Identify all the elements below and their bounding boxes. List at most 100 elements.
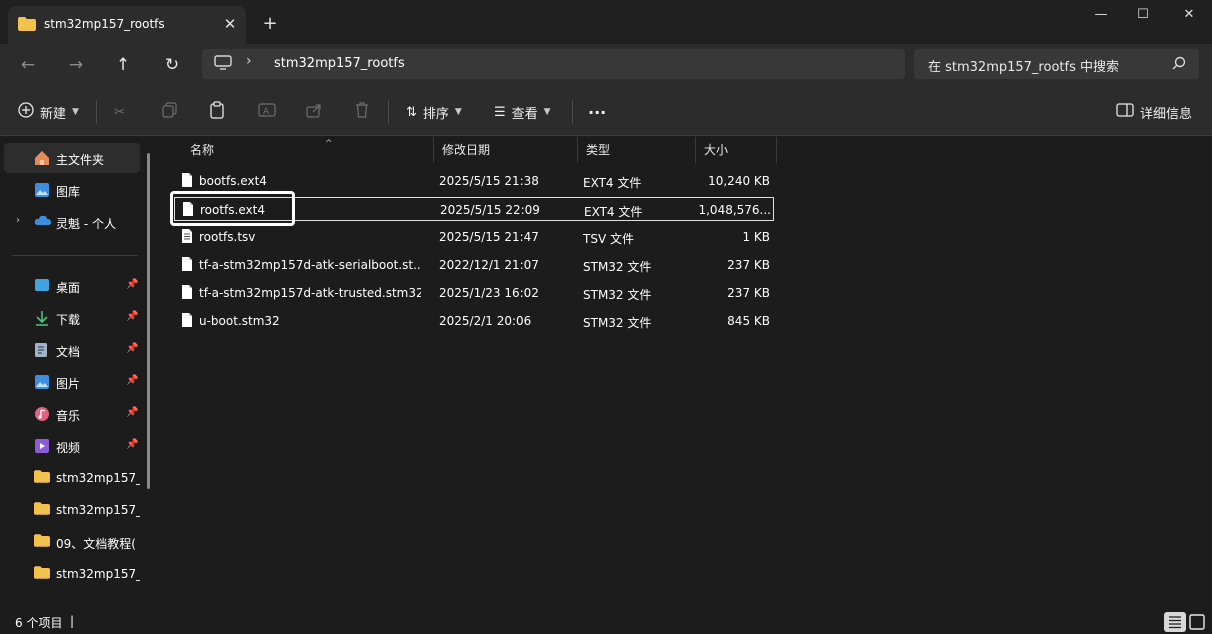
pin-icon[interactable]: 📌 [126,343,138,354]
sidebar-scrollbar[interactable] [147,153,150,489]
file-size: 10,240 KB [708,174,770,188]
cut-button[interactable]: ✂ [114,100,125,124]
sort-button[interactable]: ⇅ 排序 ▼ [406,100,462,124]
chevron-right-icon[interactable]: › [246,53,252,69]
navigation-bar: ← → ↑ ↻ › stm32mp157_rootfs 在 stm32mp157… [0,44,1212,86]
file-date: 2022/12/1 21:07 [439,258,539,272]
chevron-down-icon: ▼ [72,107,79,117]
sidebar-item-pictures[interactable]: 图片 📌 [4,367,140,397]
new-tab-button[interactable]: + [258,12,282,36]
sidebar-item-desktop[interactable]: 桌面 📌 [4,271,140,301]
tab-current[interactable]: stm32mp157_rootfs ✕ [8,6,246,44]
folder-icon [18,17,36,34]
sort-label: 排序 [422,106,449,122]
chevron-down-icon: ▼ [454,107,462,117]
file-row[interactable]: u-boot.stm32 2025/2/1 20:06 STM32 文件 845… [174,309,774,333]
navigation-pane: 主文件夹 图库 › 灵魁 - 个人 桌面 📌 下载 📌 文档 📌 图片 📌 音乐… [0,137,160,610]
view-button[interactable]: ☰ 查看 ▼ [494,100,551,124]
back-button[interactable]: ← [11,50,45,82]
file-row[interactable]: tf-a-stm32mp157d-atk-trusted.stm32 2025/… [174,281,774,305]
search-input[interactable]: 在 stm32mp157_rootfs 中搜索 [928,56,1119,75]
command-bar: 新建 ▼ ✂ A ⇅ 排序 ▼ ☰ 查看 ▼ ··· 详细信息 [0,86,1212,136]
pin-icon[interactable]: 📌 [126,279,138,290]
refresh-icon: ↻ [164,55,180,75]
close-window-button[interactable]: ✕ [1166,0,1212,32]
column-header-name[interactable]: ^ 名称 [182,137,434,163]
file-date: 2025/5/15 22:09 [440,203,540,217]
sidebar-item-folder[interactable]: stm32mp157_r [4,463,140,493]
cloud-icon [34,214,52,229]
tiles-view-button[interactable] [1186,612,1208,632]
sidebar-item-onedrive[interactable]: › 灵魁 - 个人 [4,207,140,237]
home-icon [34,150,50,169]
pin-icon[interactable]: 📌 [126,311,138,322]
sidebar-item-music[interactable]: 音乐 📌 [4,399,140,429]
text-file-icon [181,228,193,247]
up-button[interactable]: ↑ [106,50,140,82]
column-header-size[interactable]: 大小 [696,137,777,163]
pictures-icon [34,374,50,393]
sidebar-item-label: stm32mp157_b [56,567,140,581]
search-icon[interactable] [1172,56,1186,73]
file-date: 2025/5/15 21:47 [439,230,539,244]
delete-button[interactable] [355,100,369,124]
copy-button[interactable] [162,100,178,124]
minimize-button[interactable]: — [1078,0,1124,32]
sidebar-item-downloads[interactable]: 下载 📌 [4,303,140,333]
file-size: 1 KB [742,230,770,244]
sidebar-item-documents[interactable]: 文档 📌 [4,335,140,365]
status-divider: | [70,614,75,628]
sidebar-item-gallery[interactable]: 图库 [4,175,140,205]
download-icon [34,310,50,329]
tab-title: stm32mp157_rootfs [44,17,165,31]
search-box[interactable]: 在 stm32mp157_rootfs 中搜索 [914,49,1199,79]
details-label: 详细信息 [1140,106,1193,122]
file-row[interactable]: tf-a-stm32mp157d-atk-serialboot.st... 20… [174,253,774,277]
tiles-view-icon [1186,614,1208,634]
sidebar-item-label: 灵魁 - 个人 [56,217,116,231]
scissors-icon: ✂ [114,104,125,120]
column-header-type[interactable]: 类型 [578,137,696,163]
pin-icon[interactable]: 📌 [126,439,138,450]
details-view-button[interactable] [1164,612,1186,632]
file-row[interactable]: rootfs.tsv 2025/5/15 21:47 TSV 文件 1 KB [174,225,774,249]
new-button[interactable]: 新建 ▼ [18,100,79,124]
file-row[interactable]: bootfs.ext4 2025/5/15 21:38 EXT4 文件 10,2… [174,169,774,193]
sidebar-item-folder[interactable]: stm32mp157_b [4,559,140,589]
sidebar-item-folder[interactable]: stm32mp157_r [4,495,140,525]
rename-button[interactable]: A [258,100,276,124]
paste-button[interactable] [210,100,226,124]
file-date: 2025/5/15 21:38 [439,174,539,188]
file-size: 237 KB [727,286,770,300]
pin-icon[interactable]: 📌 [126,375,138,386]
breadcrumb[interactable]: stm32mp157_rootfs [274,56,405,71]
arrow-right-icon: → [68,55,84,75]
sidebar-item-home[interactable]: 主文件夹 [4,143,140,173]
file-icon [181,312,193,331]
new-label: 新建 [40,106,67,122]
toolbar-divider [572,100,573,124]
chevron-right-icon[interactable]: › [16,215,20,226]
file-type: EXT4 文件 [584,205,643,219]
video-icon [34,438,50,457]
pin-icon[interactable]: 📌 [126,407,138,418]
trash-icon [355,102,369,122]
more-options-button[interactable]: ··· [588,100,606,124]
sidebar-item-videos[interactable]: 视频 📌 [4,431,140,461]
column-label: 大小 [704,143,729,157]
file-icon [181,172,193,191]
details-pane-button[interactable]: 详细信息 [1116,100,1192,124]
maximize-button[interactable]: ☐ [1120,0,1166,32]
share-button[interactable] [306,100,322,124]
refresh-button[interactable]: ↻ [155,50,189,82]
forward-button[interactable]: → [59,50,93,82]
column-header-date[interactable]: 修改日期 [434,137,578,163]
document-icon [34,342,48,361]
gallery-icon [34,182,50,201]
monitor-icon [214,55,232,74]
file-name: tf-a-stm32mp157d-atk-trusted.stm32 [199,286,421,300]
tab-close-icon[interactable]: ✕ [220,14,240,34]
sidebar-item-folder[interactable]: 09、文档教程( [4,527,140,557]
arrow-left-icon: ← [20,55,36,75]
address-bar[interactable]: › stm32mp157_rootfs [202,49,905,79]
